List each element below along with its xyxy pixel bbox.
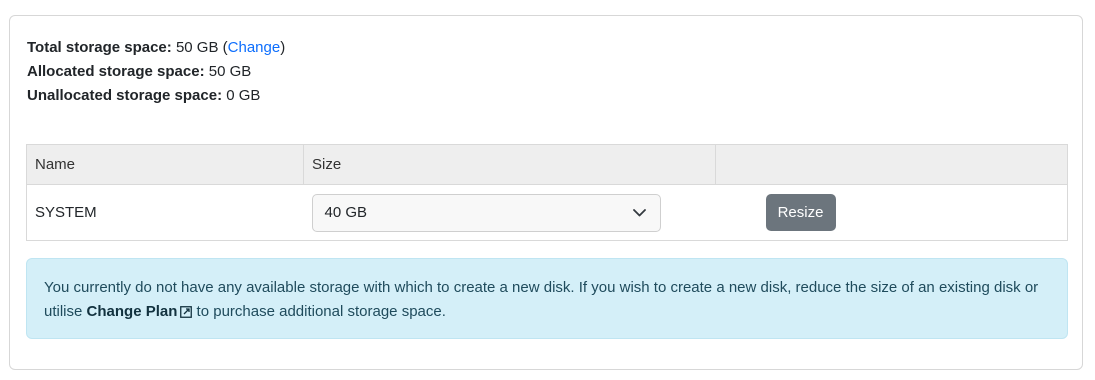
disk-action-cell: Resize	[715, 184, 1068, 241]
change-paren-close: )	[280, 39, 286, 56]
column-header-size: Size	[303, 144, 716, 185]
allocated-storage-value: 50 GB	[208, 63, 252, 80]
disk-size-selected-value: 40 GB	[324, 203, 368, 221]
chevron-down-icon	[632, 195, 646, 231]
column-header-actions	[715, 144, 1068, 185]
total-storage-value: 50 GB	[175, 39, 219, 56]
disks-table: Name Size SYSTEM 40 GB Resize	[26, 144, 1068, 241]
column-header-name: Name	[26, 144, 304, 185]
info-alert: You currently do not have any available …	[26, 258, 1068, 339]
unallocated-storage-label: Unallocated storage space:	[27, 87, 223, 104]
external-link-icon	[180, 302, 193, 326]
change-storage-link[interactable]: Change	[228, 39, 281, 56]
alert-text-after: to purchase additional storage space.	[192, 303, 446, 320]
total-storage-label: Total storage space:	[27, 39, 172, 56]
table-row: SYSTEM 40 GB Resize	[26, 184, 1068, 241]
resize-button[interactable]: Resize	[765, 194, 836, 231]
storage-summary: Total storage space: 50 GB (Change) Allo…	[27, 36, 285, 108]
unallocated-storage-value: 0 GB	[226, 87, 261, 104]
storage-card: Total storage space: 50 GB (Change) Allo…	[9, 15, 1083, 370]
table-header-row: Name Size	[26, 144, 1068, 185]
unallocated-storage-line: Unallocated storage space: 0 GB	[27, 84, 285, 108]
disk-size-select[interactable]: 40 GB	[311, 193, 661, 232]
total-storage-line: Total storage space: 50 GB (Change)	[27, 36, 285, 60]
disk-name-cell: SYSTEM	[26, 184, 304, 241]
change-plan-link[interactable]: Change Plan	[87, 303, 178, 320]
disk-size-cell: 40 GB	[303, 184, 716, 241]
allocated-storage-label: Allocated storage space:	[27, 63, 205, 80]
allocated-storage-line: Allocated storage space: 50 GB	[27, 60, 285, 84]
